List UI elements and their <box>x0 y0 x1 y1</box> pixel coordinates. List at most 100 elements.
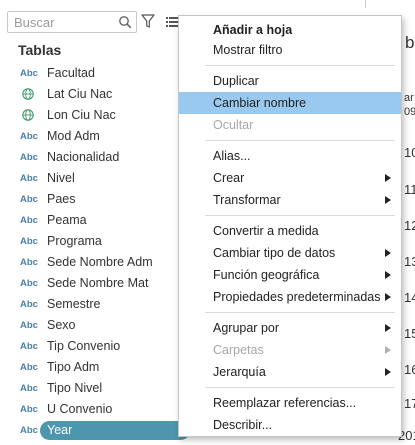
field-item-tip-convenio[interactable]: Abc Tip Convenio <box>0 336 185 357</box>
bg-fragment: 09 <box>404 106 415 118</box>
submenu-arrow-icon <box>385 324 391 332</box>
search-icon[interactable] <box>118 15 132 29</box>
field-item-tipo-adm[interactable]: Abc Tipo Adm <box>0 357 185 378</box>
globe-icon <box>22 109 34 121</box>
search-box[interactable] <box>7 11 137 33</box>
bg-fragment: 15 <box>404 326 415 341</box>
list-view-icon[interactable] <box>166 16 178 28</box>
field-item-mod-adm[interactable]: Abc Mod Adm <box>0 126 185 147</box>
menu-item-replace-references[interactable]: Reemplazar referencias... <box>179 392 401 414</box>
tables-heading: Tablas <box>18 42 62 58</box>
field-label: U Convenio <box>47 402 113 416</box>
bg-fragment: 17 <box>404 396 415 411</box>
menu-separator <box>205 65 395 66</box>
bg-fragment: 10 <box>404 145 415 160</box>
field-item-sede-nombre-adm[interactable]: Abc Sede Nombre Adm <box>0 252 185 273</box>
string-type-icon: Abc <box>20 257 38 268</box>
field-item-nivel[interactable]: Abc Nivel <box>0 168 185 189</box>
field-label: Lat Ciu Nac <box>47 87 113 101</box>
menu-item-describe[interactable]: Describir... <box>179 414 401 436</box>
menu-item-create[interactable]: Crear <box>179 167 401 189</box>
menu-separator <box>205 140 395 141</box>
field-item-year[interactable]: Abc Year <box>0 420 190 441</box>
globe-icon <box>22 88 34 100</box>
field-item-facultad[interactable]: Abc Facultad <box>0 63 185 84</box>
field-item-sede-nombre-mat[interactable]: Abc Sede Nombre Mat <box>0 273 185 294</box>
data-pane: Tablas Abc Facultad Lat Ciu Nac Lon Ciu … <box>0 0 190 445</box>
string-type-icon: Abc <box>20 383 38 394</box>
string-type-icon: Abc <box>20 341 38 352</box>
string-type-icon: Abc <box>20 215 38 226</box>
menu-separator <box>205 312 395 313</box>
submenu-arrow-icon <box>385 368 391 376</box>
field-item-sexo[interactable]: Abc Sexo <box>0 315 185 336</box>
field-label: Tipo Adm <box>47 360 100 374</box>
string-type-icon: Abc <box>20 425 38 436</box>
toolbar-strip <box>365 0 415 8</box>
field-item-nacionalidad[interactable]: Abc Nacionalidad <box>0 147 185 168</box>
field-item-lat-ciu-nac[interactable]: Lat Ciu Nac <box>0 84 185 105</box>
field-label: Lon Ciu Nac <box>47 108 116 122</box>
field-list: Abc Facultad Lat Ciu Nac Lon Ciu Nac Abc… <box>0 63 190 441</box>
submenu-arrow-icon <box>385 249 391 257</box>
submenu-arrow-icon <box>385 346 391 354</box>
bg-fragment: ar <box>404 92 414 104</box>
bg-fragment: 11 <box>404 182 415 197</box>
field-item-u-convenio[interactable]: Abc U Convenio <box>0 399 185 420</box>
field-label: Mod Adm <box>47 129 100 143</box>
field-label: Paes <box>47 192 76 206</box>
field-label: Nacionalidad <box>47 150 120 164</box>
menu-item-add-to-sheet[interactable]: Añadir a hoja <box>179 19 401 41</box>
menu-item-group-by[interactable]: Agrupar por <box>179 317 401 339</box>
field-label: Sede Nombre Mat <box>47 276 149 290</box>
bg-fragment: 16 <box>404 362 415 377</box>
menu-separator <box>205 387 395 388</box>
string-type-icon: Abc <box>20 194 38 205</box>
string-type-icon: Abc <box>20 131 38 142</box>
menu-item-default-properties[interactable]: Propiedades predeterminadas <box>179 286 401 308</box>
field-item-lon-ciu-nac[interactable]: Lon Ciu Nac <box>0 105 185 126</box>
field-item-semestre[interactable]: Abc Semestre <box>0 294 185 315</box>
menu-item-folders: Carpetas <box>179 339 401 361</box>
field-item-tipo-nivel[interactable]: Abc Tipo Nivel <box>0 378 185 399</box>
field-item-paes[interactable]: Abc Paes <box>0 189 185 210</box>
context-menu: Añadir a hoja Mostrar filtro Duplicar Ca… <box>178 15 402 437</box>
field-label: Sexo <box>47 318 76 332</box>
bg-fragment: 12 <box>404 218 415 233</box>
menu-item-change-data-type[interactable]: Cambiar tipo de datos <box>179 242 401 264</box>
bg-fragment: 14 <box>404 290 415 305</box>
menu-item-convert-to-measure[interactable]: Convertir a medida <box>179 220 401 242</box>
string-type-icon: Abc <box>20 404 38 415</box>
string-type-icon: Abc <box>20 68 38 79</box>
submenu-arrow-icon <box>385 293 391 301</box>
string-type-icon: Abc <box>20 173 38 184</box>
field-label: Year <box>47 423 73 437</box>
menu-item-duplicate[interactable]: Duplicar <box>179 70 401 92</box>
field-label: Programa <box>47 234 102 248</box>
menu-item-show-filter[interactable]: Mostrar filtro <box>179 39 401 61</box>
field-label: Tipo Nivel <box>47 381 103 395</box>
field-label: Peama <box>47 213 87 227</box>
string-type-icon: Abc <box>20 236 38 247</box>
menu-item-hide: Ocultar <box>213 118 254 132</box>
menu-item-geographic-role[interactable]: Función geográfica <box>179 264 401 286</box>
bg-fragment: b <box>405 33 415 52</box>
string-type-icon: Abc <box>20 278 38 289</box>
filter-icon[interactable] <box>141 14 155 29</box>
string-type-icon: Abc <box>20 299 38 310</box>
field-item-peama[interactable]: Abc Peama <box>0 210 185 231</box>
menu-separator <box>205 215 395 216</box>
menu-item-rename[interactable]: Cambiar nombre <box>179 92 401 114</box>
submenu-arrow-icon <box>385 174 391 182</box>
string-type-icon: Abc <box>20 320 38 331</box>
submenu-arrow-icon <box>385 196 391 204</box>
field-item-programa[interactable]: Abc Programa <box>0 231 185 252</box>
field-label: Tip Convenio <box>47 339 121 353</box>
menu-item-aliases[interactable]: Alias... <box>179 145 401 167</box>
field-label: Facultad <box>47 66 95 80</box>
bg-fragment: 13 <box>404 254 415 269</box>
menu-item-transform[interactable]: Transformar <box>179 189 401 211</box>
string-type-icon: Abc <box>20 152 38 163</box>
menu-item-hierarchy[interactable]: Jerarquía <box>179 361 401 383</box>
search-input[interactable] <box>14 14 114 30</box>
